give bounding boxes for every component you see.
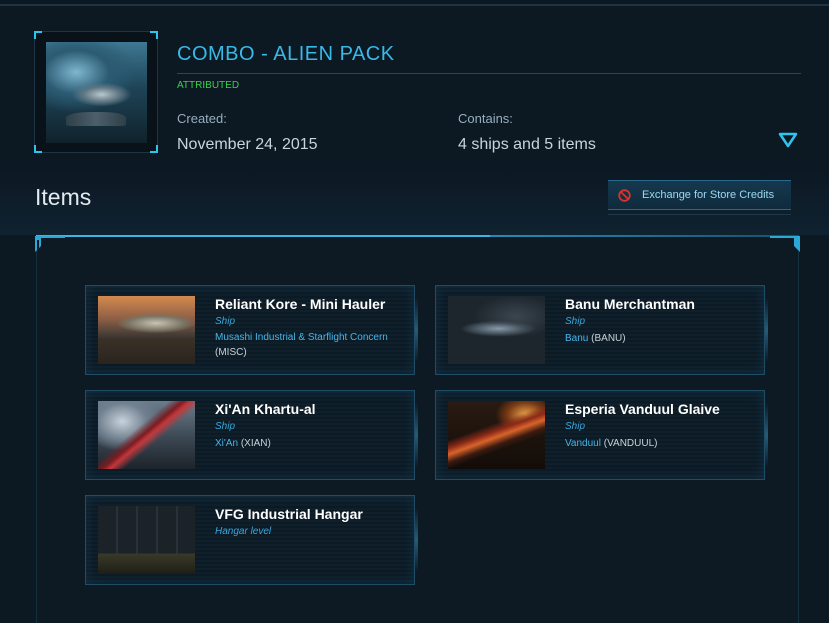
item-card[interactable]: Esperia Vanduul Glaive Ship Vanduul (VAN… — [435, 390, 768, 480]
item-type: Ship — [215, 316, 236, 327]
item-image — [98, 506, 195, 574]
item-manufacturer: Banu (BANU) — [565, 333, 626, 344]
manufacturer-name: Musashi Industrial & Starflight Concern — [215, 332, 388, 343]
item-type: Hangar level — [215, 526, 272, 537]
frame-corner — [34, 31, 42, 39]
pledge-thumbnail — [34, 31, 158, 153]
item-type: Ship — [565, 316, 586, 327]
item-manufacturer: Vanduul (VANDUUL) — [565, 438, 658, 449]
exchange-credits-button[interactable]: Exchange for Store Credits — [608, 180, 791, 210]
item-title: Reliant Kore - Mini Hauler — [215, 296, 386, 312]
item-manufacturer: Xi'An (XIAN) — [215, 438, 271, 449]
pledge-image — [46, 42, 147, 143]
divider — [608, 214, 791, 215]
manufacturer-code: XIAN — [244, 438, 268, 449]
panel-corner-left — [35, 236, 65, 252]
chevron-down-icon — [778, 132, 798, 148]
items-heading: Items — [35, 184, 92, 210]
manufacturer-name: Banu — [565, 333, 589, 344]
panel-corner-right — [770, 236, 800, 252]
item-image — [98, 296, 195, 364]
frame-corner — [150, 145, 158, 153]
item-card[interactable]: Xi'An Khartu-al Ship Xi'An (XIAN) — [85, 390, 418, 480]
item-image — [98, 401, 195, 469]
no-entry-icon — [618, 188, 631, 202]
top-border — [0, 4, 829, 6]
manufacturer-code: MISC — [218, 347, 244, 358]
manufacturer-name: Vanduul — [565, 438, 601, 449]
manufacturer-code: BANU — [594, 333, 623, 344]
divider — [177, 73, 801, 74]
item-title: Xi'An Khartu-al — [215, 401, 316, 417]
item-title: Banu Merchantman — [565, 296, 695, 312]
panel-top-highlight — [36, 235, 490, 237]
frame-corner — [150, 31, 158, 39]
manufacturer-name: Xi'An — [215, 438, 239, 449]
created-label: Created: — [177, 111, 227, 126]
contains-label: Contains: — [458, 111, 513, 126]
item-title: Esperia Vanduul Glaive — [565, 401, 720, 417]
status-badge: ATTRIBUTED — [177, 80, 240, 91]
item-type: Ship — [565, 421, 586, 432]
manufacturer-code: VANDUUL — [607, 438, 655, 449]
pledge-title: COMBO - ALIEN PACK — [177, 43, 395, 65]
exchange-button-label: Exchange for Store Credits — [642, 189, 775, 201]
item-card[interactable]: Banu Merchantman Ship Banu (BANU) — [435, 285, 768, 375]
expand-button[interactable] — [778, 131, 798, 149]
contains-value: 4 ships and 5 items — [458, 136, 596, 153]
frame-corner — [34, 145, 42, 153]
created-value: November 24, 2015 — [177, 136, 318, 153]
item-card[interactable]: VFG Industrial Hangar Hangar level — [85, 495, 418, 585]
item-type: Ship — [215, 421, 236, 432]
item-manufacturer: Musashi Industrial & Starflight Concern … — [215, 332, 388, 358]
item-image — [448, 401, 545, 469]
item-title: VFG Industrial Hangar — [215, 506, 363, 522]
item-image — [448, 296, 545, 364]
item-card[interactable]: Reliant Kore - Mini Hauler Ship Musashi … — [85, 285, 418, 375]
